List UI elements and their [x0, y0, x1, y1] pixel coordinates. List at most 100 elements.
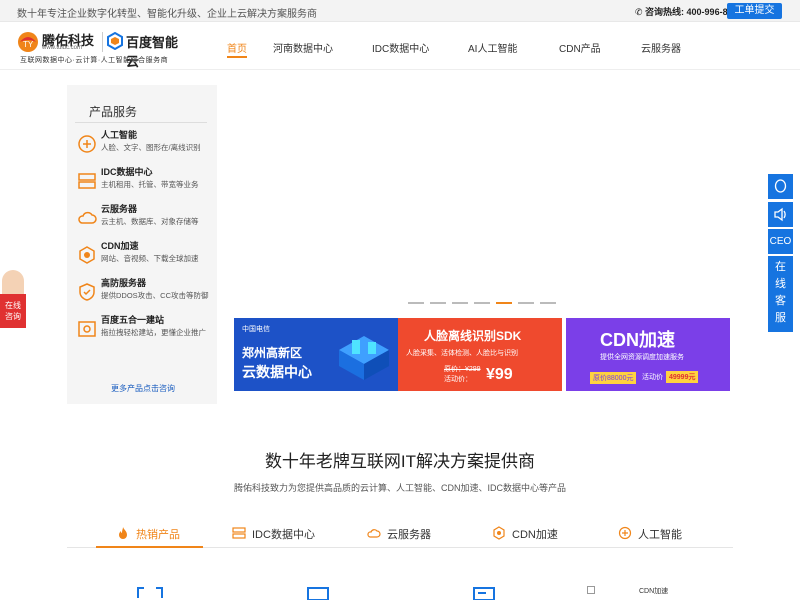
ad-cdn[interactable]: CDN加速 提供全网资源调度加速服务 原价88000元 活动价 49999元 — [566, 318, 730, 391]
more-products-link[interactable]: 更多产品点击咨询 — [111, 383, 175, 394]
agent-avatar — [2, 270, 24, 294]
ceo-button[interactable]: CEO — [768, 229, 793, 254]
ticket-submit-button[interactable]: 工单提交 — [727, 3, 782, 19]
logo-divider — [102, 32, 103, 52]
server-icon — [78, 173, 96, 189]
online-consult-widget[interactable]: 在线 咨询 — [0, 270, 26, 328]
ad-title: 郑州高新区 — [242, 346, 303, 360]
phone-service-button[interactable] — [768, 202, 793, 227]
tab-cdn[interactable]: CDN加速 — [492, 526, 558, 546]
consult-label: 咨询 — [5, 312, 21, 321]
qq-icon — [774, 179, 787, 193]
ad-title: 人脸离线识别SDK — [424, 329, 522, 343]
image-alt-text: CDN加速 — [638, 588, 669, 595]
ad-title: 云数据中心 — [242, 364, 312, 380]
ad-price-label: 活动价： — [444, 376, 472, 383]
nav-idc[interactable]: IDC数据中心 — [372, 40, 429, 55]
carousel-dot[interactable] — [452, 302, 468, 304]
tengyou-logo-icon: TY — [18, 32, 38, 52]
sidebar-item-title: 高防服务器 — [101, 278, 147, 288]
tab-active-underline — [96, 546, 203, 548]
product-scan-icon — [137, 587, 163, 598]
tab-label: 热销产品 — [136, 529, 180, 541]
isometric-server-illustration — [339, 336, 389, 380]
carousel-dot[interactable] — [408, 302, 424, 304]
sidebar-item-title: 人工智能 — [101, 130, 138, 140]
ad-desc: 人脸采集、活体检测、人脸比与识别 — [406, 350, 518, 357]
sidebar-item-desc: 主机租用、托管、带宽等业务 — [101, 180, 199, 189]
nav-cdn[interactable]: CDN产品 — [559, 40, 601, 55]
svg-text:TY: TY — [23, 40, 34, 49]
nav-active-underline — [227, 56, 247, 58]
sidebar-item-title: 百度五合一建站 — [101, 315, 165, 325]
carousel-dot[interactable] — [474, 302, 490, 304]
sidebar-item-title: IDC数据中心 — [101, 167, 153, 177]
sidebar-item-desc: 云主机、数据库、对象存储等 — [101, 217, 199, 226]
nav-henan-datacenter[interactable]: 河南数据中心 — [273, 40, 333, 55]
carousel-dot[interactable] — [518, 302, 534, 304]
website-icon — [78, 321, 96, 337]
tab-label: IDC数据中心 — [252, 529, 315, 541]
top-bar: 数十年专注企业数字化转型、智能化升级、企业上云解决方案服务商 ✆ 咨询热线: 4… — [0, 0, 800, 22]
cdn-icon — [79, 246, 95, 264]
tab-label: 云服务器 — [387, 529, 431, 541]
logo[interactable]: TY 腾佑科技 www.tuidc.com 百度智能云 互联网数据中心·云计算·… — [16, 30, 186, 69]
ad-face-sdk[interactable]: 人脸离线识别SDK 人脸采集、活体检测、人脸比与识别 原价：¥299 活动价： … — [398, 318, 562, 391]
ai-icon — [618, 526, 632, 540]
cloud-icon — [367, 529, 381, 538]
tab-label: 人工智能 — [638, 529, 682, 541]
server-icon — [232, 527, 246, 539]
carousel-dot[interactable] — [430, 302, 446, 304]
cloud-icon — [78, 211, 97, 224]
section-subtitle: 腾佑科技致力为您提供高品质的云计算、人工智能、CDN加速、IDC数据中心等产品 — [233, 483, 566, 493]
cdn-product-image: CDN加速 — [587, 586, 668, 596]
ad-zhengzhou-datacenter[interactable]: 中国电信 郑州高新区 云数据中心 — [234, 318, 398, 391]
nav-home[interactable]: 首页 — [227, 40, 247, 55]
fire-icon — [119, 527, 127, 539]
sidebar-item-title: 云服务器 — [101, 204, 138, 214]
sidebar-item-cdn[interactable]: CDN加速 网站、音视频、下载全球加速 — [77, 239, 217, 273]
sidebar-item-ai[interactable]: 人工智能 人脸、文字、图形在/离线识别 — [77, 128, 217, 162]
online-service-label: 在线客服 — [775, 261, 786, 324]
logo-tagline: 互联网数据中心·云计算·人工智能综合服务商 — [20, 57, 169, 64]
sidebar-item-cloud[interactable]: 云服务器 云主机、数据库、对象存储等 — [77, 202, 217, 236]
ad-title: CDN加速 — [600, 330, 675, 350]
baidu-cloud-logo-icon — [107, 32, 123, 50]
tab-cloud-server[interactable]: 云服务器 — [367, 526, 431, 546]
sidebar-title: 产品服务 — [89, 105, 138, 119]
nav-cloud-server[interactable]: 云服务器 — [641, 40, 681, 55]
sidebar-item-desc: 拖拉拽轻松建站，更懂企业推广 — [101, 328, 206, 337]
sidebar-item-anti-ddos[interactable]: 高防服务器 提供DDOS攻击、CC攻击等防御 — [77, 276, 217, 310]
product-server-icon — [307, 587, 329, 600]
nav-ai[interactable]: AI人工智能 — [468, 40, 517, 55]
online-service-button[interactable]: 在线客服 — [768, 256, 793, 332]
shield-icon — [79, 283, 95, 301]
sidebar-item-title: CDN加速 — [101, 241, 139, 251]
speaker-icon — [774, 207, 786, 222]
ad-price: 49999元 — [666, 371, 699, 383]
sidebar-item-desc: 人脸、文字、图形在/离线识别 — [101, 143, 201, 152]
sidebar-divider — [75, 122, 207, 123]
ad-brand: 中国电信 — [242, 326, 270, 333]
ad-old-price: 原价：¥299 — [444, 366, 481, 373]
product-sidebar: 产品服务 人工智能 人脸、文字、图形在/离线识别 IDC数据中心 主机租用、托管… — [67, 85, 217, 404]
qq-service-button[interactable] — [768, 174, 793, 199]
tab-idc[interactable]: IDC数据中心 — [232, 526, 315, 546]
carousel-dot-active[interactable] — [496, 302, 512, 304]
tab-hot-products[interactable]: 热销产品 — [116, 526, 180, 546]
ad-price: ¥99 — [486, 366, 513, 383]
header: TY 腾佑科技 www.tuidc.com 百度智能云 互联网数据中心·云计算·… — [0, 22, 800, 70]
carousel-dot[interactable] — [540, 302, 556, 304]
section-title: 数十年老牌互联网IT解决方案提供商 — [264, 452, 536, 471]
cdn-icon — [493, 526, 505, 540]
ai-icon — [78, 135, 96, 153]
product-monitor-icon — [473, 587, 495, 600]
sidebar-item-website[interactable]: 百度五合一建站 拖拉拽轻松建站，更懂企业推广 — [77, 313, 217, 347]
sidebar-item-idc[interactable]: IDC数据中心 主机租用、托管、带宽等业务 — [77, 165, 217, 199]
broken-image-icon — [587, 586, 595, 594]
ad-price-label: 活动价 — [642, 374, 663, 381]
consult-label-box: 在线 咨询 — [0, 294, 26, 328]
tab-ai[interactable]: 人工智能 — [618, 526, 682, 546]
sidebar-item-desc: 提供DDOS攻击、CC攻击等防御 — [101, 291, 209, 300]
ad-old-price: 原价88000元 — [590, 372, 637, 384]
